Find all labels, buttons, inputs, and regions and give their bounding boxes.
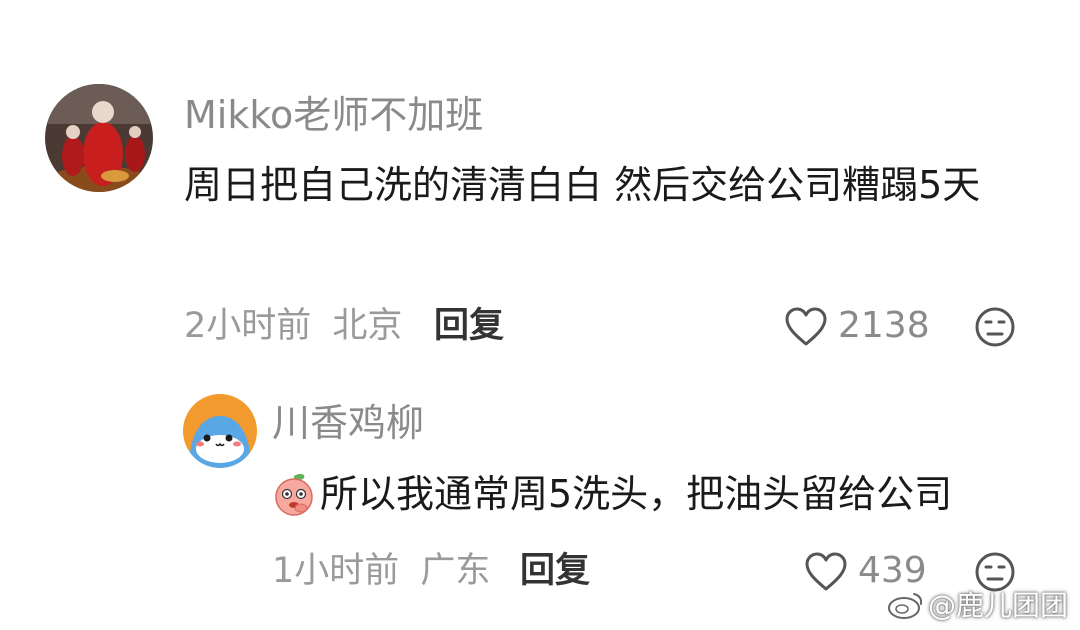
reply-button[interactable]: 回复 bbox=[434, 304, 504, 348]
reply-reply-button[interactable]: 回复 bbox=[520, 549, 590, 593]
commenter-username[interactable]: Mikko老师不加班 bbox=[184, 92, 483, 138]
reply-meta: 1小时前 广东 bbox=[272, 549, 490, 593]
heart-outline-icon[interactable] bbox=[784, 306, 828, 348]
watermark-text: @鹿儿团团 bbox=[928, 589, 1069, 622]
heart-outline-icon[interactable] bbox=[804, 551, 848, 593]
neutral-face-icon[interactable] bbox=[974, 306, 1016, 348]
neutral-face-icon[interactable] bbox=[974, 551, 1016, 593]
comment-meta: 2小时前 北京 bbox=[184, 304, 402, 348]
replier-username[interactable]: 川香鸡柳 bbox=[272, 400, 424, 446]
comment-time: 2小时前 bbox=[184, 306, 312, 346]
reply-time: 1小时前 bbox=[272, 551, 400, 591]
peach-emoji-icon bbox=[270, 470, 318, 518]
comment-location: 北京 bbox=[332, 306, 403, 346]
commenter-avatar[interactable] bbox=[45, 84, 153, 192]
comment-text: 周日把自己洗的清清白白 然后交给公司糟蹋5天 bbox=[184, 163, 981, 207]
reply-text: 所以我通常周5洗头，把油头留给公司 bbox=[320, 472, 953, 516]
replier-avatar[interactable] bbox=[183, 394, 257, 468]
reply-like-count: 439 bbox=[858, 550, 927, 591]
like-count: 2138 bbox=[838, 305, 930, 346]
reply-location: 广东 bbox=[420, 551, 491, 591]
weibo-icon bbox=[886, 588, 926, 620]
